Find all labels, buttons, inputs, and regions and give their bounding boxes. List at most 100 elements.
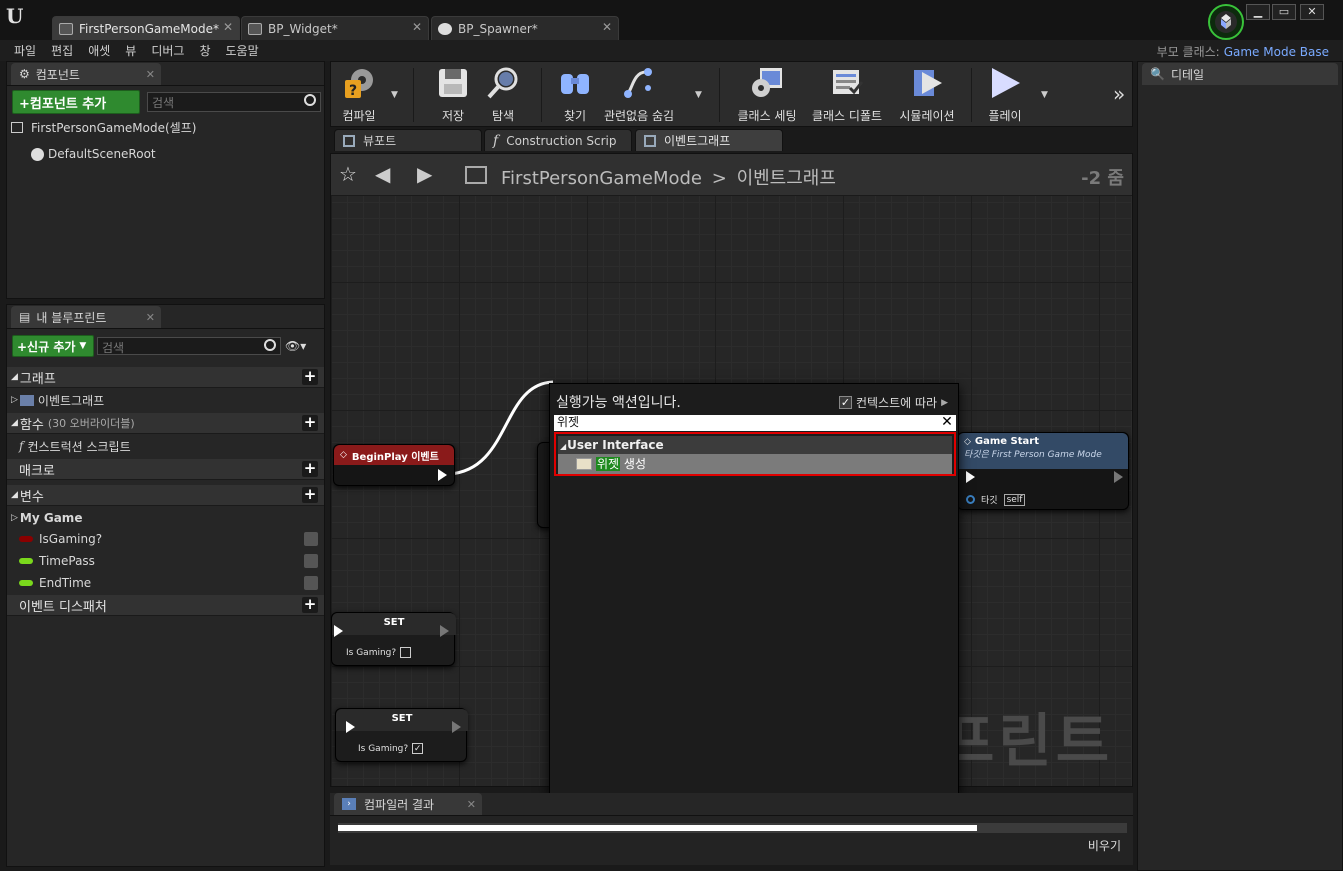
pin-label: Is Gaming? bbox=[346, 647, 397, 658]
browse-button[interactable]: 탐색 bbox=[481, 66, 525, 124]
bool-input-row: Is Gaming? ✓ bbox=[358, 743, 424, 754]
tab-event-graph[interactable]: 이벤트그래프 bbox=[635, 129, 783, 151]
section-graphs[interactable]: ◢ 그래프 + bbox=[7, 367, 324, 388]
bool-pin-icon bbox=[19, 536, 33, 542]
find-button[interactable]: 찾기 bbox=[553, 66, 597, 124]
tab-viewport[interactable]: 뷰포트 bbox=[334, 129, 482, 151]
add-dispatcher-button[interactable]: + bbox=[302, 597, 318, 613]
hide-unrelated-chevron-icon[interactable]: ▼ bbox=[695, 90, 702, 100]
doc-tab-label: FirstPersonGameMode* bbox=[79, 21, 219, 36]
tree-item-event-graph[interactable]: ▷ 이벤트그래프 bbox=[11, 389, 323, 411]
add-variable-button[interactable]: + bbox=[302, 487, 318, 503]
visibility-eye-icon[interactable] bbox=[304, 576, 318, 590]
blueprint-search-input[interactable]: 검색 bbox=[97, 337, 281, 355]
action-item-create-widget[interactable]: 위젯 생성 bbox=[558, 454, 952, 474]
close-icon[interactable]: ✕ bbox=[223, 20, 233, 34]
play-options-chevron-icon[interactable]: ▼ bbox=[1041, 90, 1048, 100]
compile-options-chevron-icon[interactable]: ▼ bbox=[391, 90, 398, 100]
compile-progress-bar bbox=[338, 823, 1127, 833]
menu-file[interactable]: 파일 bbox=[0, 42, 43, 59]
exec-output-pin[interactable] bbox=[438, 469, 447, 481]
add-macro-button[interactable]: + bbox=[302, 461, 318, 477]
menu-asset[interactable]: 애셋 bbox=[80, 42, 117, 59]
clear-search-icon[interactable]: ✕ bbox=[940, 415, 954, 431]
compile-label: 컴파일 bbox=[342, 109, 376, 123]
book-icon: ▤ bbox=[19, 310, 31, 324]
variable-isgaming[interactable]: IsGaming? bbox=[19, 528, 324, 550]
close-icon[interactable]: ✕ bbox=[467, 798, 476, 811]
component-default-scene-root[interactable]: DefaultSceneRoot bbox=[31, 143, 321, 165]
add-component-button[interactable]: +컴포넌트 추가 bbox=[12, 90, 140, 114]
minimize-button[interactable]: ▁ bbox=[1246, 4, 1270, 20]
tab-components[interactable]: ⚙ 컴포넌트 ✕ bbox=[11, 63, 161, 85]
section-functions[interactable]: ◢ 함수 (30 오버라이더블) + bbox=[7, 413, 324, 434]
section-macros[interactable]: 매크로 + bbox=[7, 459, 324, 480]
variable-category-my-game[interactable]: ▷ My Game bbox=[11, 507, 323, 529]
close-icon[interactable]: ✕ bbox=[412, 20, 422, 34]
simulation-button[interactable]: 시뮬레이션 bbox=[891, 66, 963, 124]
divider bbox=[7, 328, 324, 329]
view-options-eye-icon[interactable]: 👁▾ bbox=[285, 339, 315, 353]
bool-checkbox[interactable] bbox=[400, 647, 412, 658]
exec-output-pin[interactable] bbox=[1114, 471, 1123, 483]
save-button[interactable]: 저장 bbox=[431, 66, 475, 124]
exec-input-pin[interactable] bbox=[334, 625, 343, 637]
tree-item-construction-script[interactable]: f 컨스트럭션 스크립트 bbox=[19, 435, 319, 457]
tab-construction-script[interactable]: f Construction Scrip bbox=[484, 129, 632, 151]
tab-compiler-results[interactable]: › 컴파일러 결과 ✕ bbox=[334, 793, 482, 815]
menu-window[interactable]: 창 bbox=[191, 42, 217, 59]
close-icon[interactable]: ✕ bbox=[146, 311, 155, 324]
bool-checkbox-checked[interactable]: ✓ bbox=[412, 743, 424, 754]
variable-timepass[interactable]: TimePass bbox=[19, 550, 324, 572]
component-root[interactable]: FirstPersonGameMode(셀프) bbox=[11, 116, 323, 138]
hide-unrelated-button[interactable]: 관련없음 숨김 bbox=[603, 66, 675, 124]
context-checkbox[interactable]: ✓ bbox=[838, 396, 852, 409]
exec-input-pin[interactable] bbox=[346, 721, 355, 733]
maximize-button[interactable]: ▭ bbox=[1272, 4, 1296, 20]
play-button[interactable]: 플레이 bbox=[983, 66, 1027, 124]
close-window-button[interactable]: ✕ bbox=[1300, 4, 1324, 20]
node-game-start[interactable]: ◇ Game Start 타깃은 First Person Game Mode 타… bbox=[957, 432, 1129, 510]
node-set-isgaming-1[interactable]: SET Is Gaming? bbox=[331, 612, 456, 666]
graph-icon bbox=[644, 134, 656, 147]
menu-help[interactable]: 도움말 bbox=[218, 42, 266, 59]
add-graph-button[interactable]: + bbox=[302, 369, 318, 385]
visibility-eye-icon[interactable] bbox=[304, 554, 318, 568]
exec-output-pin[interactable] bbox=[440, 625, 449, 637]
components-search-input[interactable]: 검색 bbox=[147, 92, 321, 112]
class-settings-button[interactable]: 클래스 세팅 bbox=[731, 66, 803, 124]
toolbar-overflow-icon[interactable]: » bbox=[1113, 82, 1125, 106]
clear-button[interactable]: 비우기 bbox=[1088, 837, 1121, 854]
close-icon[interactable]: ✕ bbox=[146, 68, 155, 81]
action-search-input[interactable]: 위젯 bbox=[554, 415, 956, 431]
object-pin-icon[interactable] bbox=[966, 495, 975, 504]
tab-my-blueprint[interactable]: ▤ 내 블루프린트 ✕ bbox=[11, 306, 161, 328]
visibility-eye-icon[interactable] bbox=[304, 532, 318, 546]
context-sensitive-toggle[interactable]: ✓ 컨텍스트에 따라 ▶ bbox=[838, 394, 948, 411]
search-icon bbox=[304, 94, 316, 106]
node-subtitle: 타깃은 First Person Game Mode bbox=[964, 450, 1102, 460]
doc-tab-bp-widget[interactable]: BP_Widget* ✕ bbox=[241, 16, 429, 40]
add-function-button[interactable]: + bbox=[302, 415, 318, 431]
menu-edit[interactable]: 편집 bbox=[43, 42, 80, 59]
node-title: SET bbox=[332, 613, 456, 635]
tab-details[interactable]: 🔍 디테일 bbox=[1142, 63, 1338, 85]
node-set-isgaming-2[interactable]: SET Is Gaming? ✓ bbox=[335, 708, 468, 762]
class-defaults-button[interactable]: 클래스 디폴트 bbox=[807, 66, 887, 124]
node-beginplay-event[interactable]: ◇ BeginPlay 이벤트 bbox=[333, 444, 455, 486]
add-new-button[interactable]: +신규 추가 ▼ bbox=[12, 335, 94, 357]
section-variables[interactable]: ◢ 변수 + bbox=[7, 485, 324, 506]
close-icon[interactable]: ✕ bbox=[602, 20, 612, 34]
variable-endtime[interactable]: EndTime bbox=[19, 572, 324, 594]
parent-class-value[interactable]: Game Mode Base bbox=[1224, 45, 1329, 59]
exec-input-pin[interactable] bbox=[966, 471, 975, 483]
source-control-badge-icon[interactable] bbox=[1200, 2, 1252, 40]
exec-output-pin[interactable] bbox=[452, 721, 461, 733]
category-user-interface[interactable]: ◢User Interface bbox=[558, 436, 952, 454]
doc-tab-bp-spawner[interactable]: BP_Spawner* ✕ bbox=[431, 16, 619, 40]
menu-debug[interactable]: 디버그 bbox=[143, 42, 191, 59]
doc-tab-firstpersongamemode[interactable]: FirstPersonGameMode* ✕ bbox=[52, 16, 240, 40]
menu-view[interactable]: 뷰 bbox=[117, 42, 143, 59]
compile-button[interactable]: ? 컴파일 bbox=[337, 66, 381, 124]
section-event-dispatchers[interactable]: 이벤트 디스패처 + bbox=[7, 595, 324, 616]
